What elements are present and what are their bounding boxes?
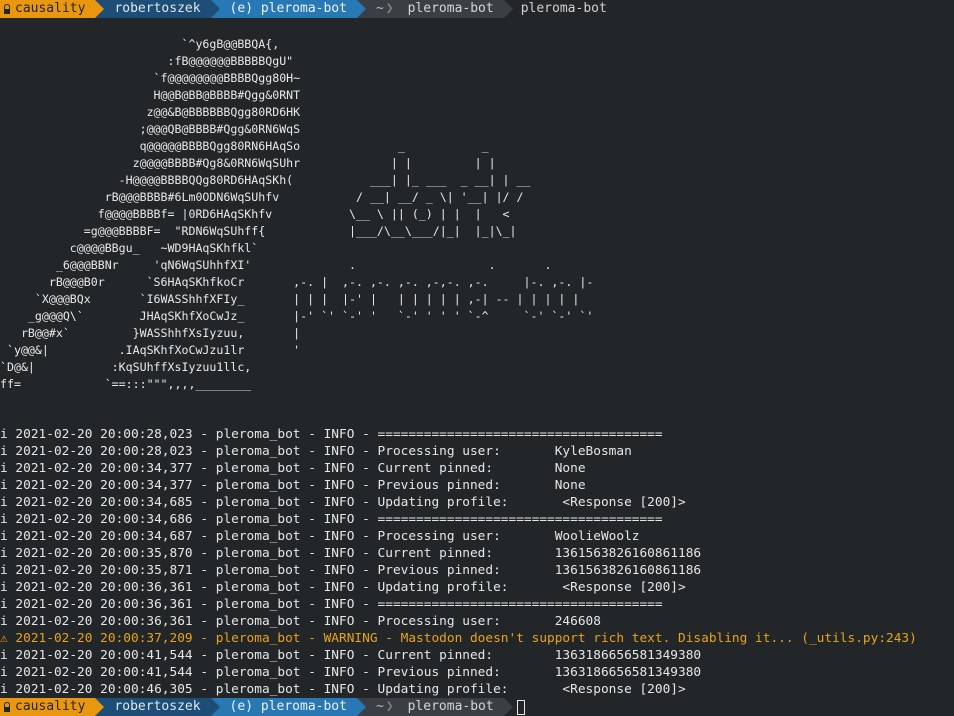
info-icon: i bbox=[0, 427, 8, 442]
info-icon: i bbox=[0, 478, 8, 493]
chevron-right-icon: ❯ bbox=[385, 1, 394, 16]
log-line-info: i 2021-02-20 20:00:28,023 - pleroma_bot … bbox=[0, 426, 954, 443]
powerline-separator bbox=[210, 698, 220, 716]
log-line-info: i 2021-02-20 20:00:35,870 - pleroma_bot … bbox=[0, 545, 954, 562]
log-line-info: i 2021-02-20 20:00:34,687 - pleroma_bot … bbox=[0, 528, 954, 545]
log-line-text: 2021-02-20 20:00:36,361 - pleroma_bot - … bbox=[7, 614, 601, 629]
prompt-virtualenv: (e) pleroma-bot bbox=[229, 699, 347, 714]
log-line-warning: ⚠ 2021-02-20 20:00:37,209 - pleroma_bot … bbox=[0, 630, 954, 647]
log-line-info: i 2021-02-20 20:00:36,361 - pleroma_bot … bbox=[0, 579, 954, 596]
powerline-separator bbox=[95, 0, 105, 18]
info-icon: i bbox=[0, 597, 8, 612]
prompt-segment-dir: pleroma-bot bbox=[401, 0, 504, 18]
chevron-right-icon: ❯ bbox=[385, 699, 394, 714]
info-icon: i bbox=[0, 563, 8, 578]
log-line-text: 2021-02-20 20:00:41,544 - pleroma_bot - … bbox=[7, 665, 702, 680]
log-line-text: 2021-02-20 20:00:36,361 - pleroma_bot - … bbox=[7, 580, 686, 595]
powerline-separator bbox=[356, 698, 366, 716]
lock-icon bbox=[4, 701, 10, 712]
prompt-segment-virtualenv: (e) pleroma-bot bbox=[219, 698, 357, 716]
log-line-info: i 2021-02-20 20:00:36,361 - pleroma_bot … bbox=[0, 613, 954, 630]
prompt-line-top: causality robertoszek (e) pleroma-bot ~ … bbox=[0, 0, 954, 18]
info-icon: i bbox=[0, 512, 8, 527]
prompt-home: ~ bbox=[375, 699, 384, 714]
prompt-segment-dir: pleroma-bot bbox=[401, 698, 504, 716]
info-icon: i bbox=[0, 648, 8, 663]
prompt-segment-home: ~ ❯ bbox=[365, 0, 402, 18]
powerline-separator bbox=[503, 698, 513, 716]
powerline-separator bbox=[95, 698, 105, 716]
powerline-separator bbox=[503, 0, 513, 18]
prompt-segment-virtualenv: (e) pleroma-bot bbox=[219, 0, 357, 18]
log-line-info: i 2021-02-20 20:00:34,685 - pleroma_bot … bbox=[0, 494, 954, 511]
info-icon: i bbox=[0, 529, 8, 544]
log-line-info: i 2021-02-20 20:00:41,544 - pleroma_bot … bbox=[0, 647, 954, 664]
ascii-art-banner: `^y6gB@@BBQA{, :fB@@@@@@BBBBBQgU" `f@@@@… bbox=[0, 37, 594, 391]
log-line-text: 2021-02-20 20:00:36,361 - pleroma_bot - … bbox=[7, 597, 663, 612]
prompt-virtualenv: (e) pleroma-bot bbox=[229, 1, 347, 16]
prompt-segment-home: ~ ❯ bbox=[365, 698, 402, 716]
log-line-text: 2021-02-20 20:00:34,686 - pleroma_bot - … bbox=[7, 512, 663, 527]
prompt-segment-user: robertoszek bbox=[104, 698, 211, 716]
log-output: i 2021-02-20 20:00:28,023 - pleroma_bot … bbox=[0, 426, 954, 698]
log-line-info: i 2021-02-20 20:00:34,686 - pleroma_bot … bbox=[0, 511, 954, 528]
info-icon: i bbox=[0, 580, 8, 595]
prompt-hostname: causality bbox=[15, 1, 86, 16]
log-line-text: 2021-02-20 20:00:28,023 - pleroma_bot - … bbox=[7, 444, 632, 459]
log-line-text: 2021-02-20 20:00:37,209 - pleroma_bot - … bbox=[7, 631, 917, 646]
log-line-info: i 2021-02-20 20:00:41,544 - pleroma_bot … bbox=[0, 664, 954, 681]
info-icon: i bbox=[0, 682, 8, 697]
info-icon: i bbox=[0, 614, 8, 629]
info-icon: i bbox=[0, 546, 8, 561]
log-line-text: 2021-02-20 20:00:34,685 - pleroma_bot - … bbox=[7, 495, 686, 510]
powerline-separator bbox=[356, 0, 366, 18]
log-line-info: i 2021-02-20 20:00:34,377 - pleroma_bot … bbox=[0, 477, 954, 494]
log-line-text: 2021-02-20 20:00:34,687 - pleroma_bot - … bbox=[7, 529, 640, 544]
prompt-username: robertoszek bbox=[114, 1, 201, 16]
info-icon: i bbox=[0, 665, 8, 680]
log-line-text: 2021-02-20 20:00:35,871 - pleroma_bot - … bbox=[7, 563, 702, 578]
prompt-line-bottom: causality robertoszek (e) pleroma-bot ~ … bbox=[0, 698, 954, 716]
prompt-command: pleroma-bot bbox=[513, 0, 613, 18]
info-icon: i bbox=[0, 444, 8, 459]
lock-icon bbox=[4, 3, 10, 14]
log-line-text: 2021-02-20 20:00:35,870 - pleroma_bot - … bbox=[7, 546, 702, 561]
prompt-username: robertoszek bbox=[114, 699, 201, 714]
log-line-info: i 2021-02-20 20:00:34,377 - pleroma_bot … bbox=[0, 460, 954, 477]
log-line-text: 2021-02-20 20:00:46,305 - pleroma_bot - … bbox=[7, 682, 686, 697]
prompt-hostname: causality bbox=[15, 699, 86, 714]
prompt-command-text: pleroma-bot bbox=[520, 1, 607, 16]
powerline-separator bbox=[210, 0, 220, 18]
prompt-segment-user: robertoszek bbox=[104, 0, 211, 18]
log-line-info: i 2021-02-20 20:00:35,871 - pleroma_bot … bbox=[0, 562, 954, 579]
prompt-segment-hostname: causality bbox=[0, 0, 96, 18]
log-line-text: 2021-02-20 20:00:34,377 - pleroma_bot - … bbox=[7, 461, 586, 476]
log-line-info: i 2021-02-20 20:00:36,361 - pleroma_bot … bbox=[0, 596, 954, 613]
prompt-directory: pleroma-bot bbox=[407, 1, 494, 16]
log-line-text: 2021-02-20 20:00:28,023 - pleroma_bot - … bbox=[7, 427, 663, 442]
info-icon: i bbox=[0, 461, 8, 476]
prompt-directory: pleroma-bot bbox=[407, 699, 494, 714]
log-line-text: 2021-02-20 20:00:34,377 - pleroma_bot - … bbox=[7, 478, 586, 493]
warning-icon: ⚠ bbox=[0, 631, 8, 646]
prompt-home: ~ bbox=[375, 1, 384, 16]
terminal-cursor[interactable] bbox=[516, 699, 525, 715]
log-line-info: i 2021-02-20 20:00:46,305 - pleroma_bot … bbox=[0, 681, 954, 698]
prompt-segment-hostname: causality bbox=[0, 698, 96, 716]
info-icon: i bbox=[0, 495, 8, 510]
log-line-info: i 2021-02-20 20:00:28,023 - pleroma_bot … bbox=[0, 443, 954, 460]
log-line-text: 2021-02-20 20:00:41,544 - pleroma_bot - … bbox=[7, 648, 702, 663]
